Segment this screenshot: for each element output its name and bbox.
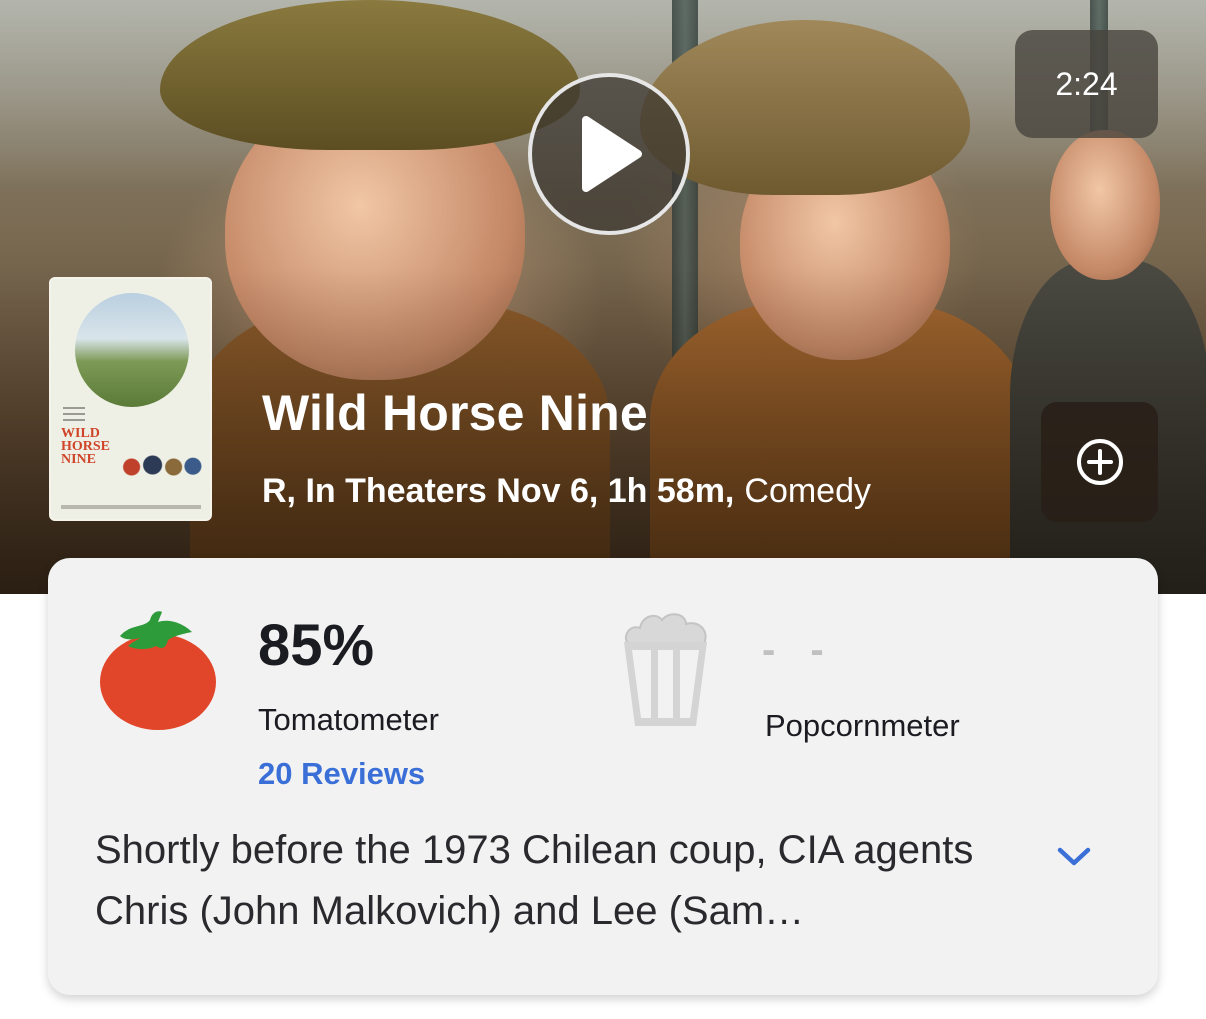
- rating-release-runtime: R, In Theaters Nov 6, 1h 58m,: [262, 472, 735, 510]
- poster-title: WILD HORSE NINE: [61, 426, 111, 467]
- reviews-link[interactable]: 20 Reviews: [258, 756, 425, 792]
- popcornmeter-score: - -: [762, 628, 836, 672]
- poster-artwork: [75, 293, 189, 407]
- play-icon: [582, 116, 642, 192]
- trailer-duration: 2:24: [1015, 30, 1158, 138]
- add-to-watchlist-button[interactable]: [1041, 402, 1158, 522]
- trailer-hero[interactable]: 2:24 WILD HORSE NINE Wild Horse Nine R, …: [0, 0, 1206, 594]
- tomatometer-score: 85%: [258, 613, 375, 678]
- expand-synopsis-button[interactable]: [1054, 836, 1094, 876]
- movie-meta: R, In Theaters Nov 6, 1h 58m, Comedy: [262, 472, 871, 511]
- popcornmeter-label: Popcornmeter: [765, 708, 960, 743]
- play-button[interactable]: [528, 73, 690, 235]
- poster-billing-block: [61, 505, 201, 509]
- tomatometer-label: Tomatometer: [258, 702, 439, 737]
- synopsis-text[interactable]: Shortly before the 1973 Chilean coup, CI…: [95, 820, 1035, 942]
- scores-card: 85% Tomatometer 20 Reviews - - Popcornme…: [48, 558, 1158, 995]
- movie-poster[interactable]: WILD HORSE NINE: [49, 277, 212, 521]
- movie-title: Wild Horse Nine: [262, 385, 648, 441]
- tomato-icon: [100, 611, 216, 730]
- plus-circle-icon: [1076, 439, 1123, 485]
- chevron-down-icon: [1057, 847, 1091, 866]
- poster-credits: [63, 407, 103, 425]
- popcorn-icon: [624, 613, 707, 726]
- poster-cast-photos: [119, 451, 203, 491]
- movie-genre: Comedy: [744, 472, 871, 510]
